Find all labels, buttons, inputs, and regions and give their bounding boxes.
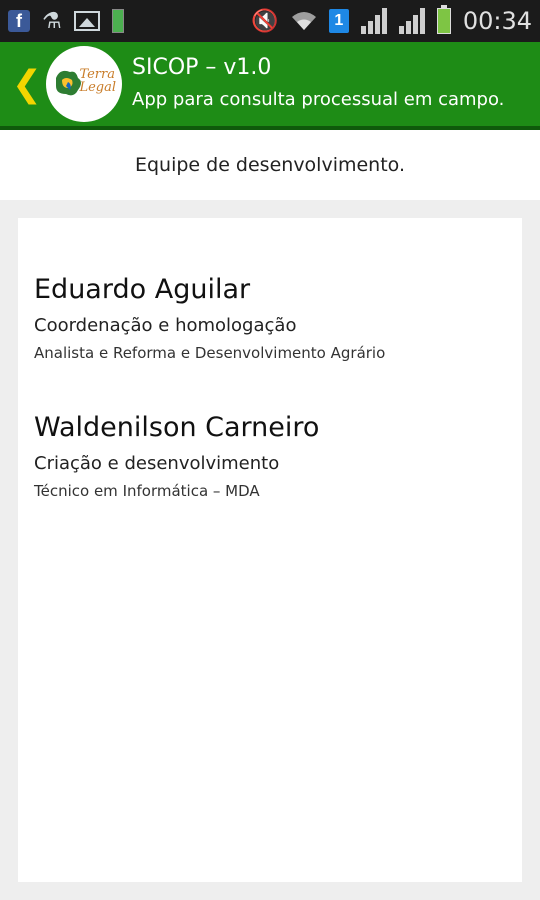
mute-icon: 🔇 — [251, 8, 279, 34]
terra-legal-logo[interactable]: Terra Legal — [46, 46, 122, 122]
team-heading: Equipe de desenvolvimento. — [134, 154, 406, 176]
member-title: Técnico em Informática – MDA — [34, 482, 260, 500]
member-role: Coordenação e homologação — [34, 315, 297, 336]
status-bar: f ⚗ 🔇 1 00:34 — [0, 0, 540, 42]
logo-text: Terra Legal — [79, 68, 116, 94]
team-member: Eduardo Aguilar Coordenação e homologaçã… — [34, 274, 385, 362]
status-bar-system: 🔇 1 00:34 — [251, 5, 532, 35]
logo-text-line2: Legal — [79, 80, 116, 95]
status-bar-notifications: f ⚗ — [8, 9, 124, 34]
wifi-icon — [291, 10, 317, 32]
member-name: Waldenilson Carneiro — [34, 412, 320, 443]
battery-charging-icon — [436, 5, 451, 34]
signal-icon — [360, 8, 387, 34]
sim-1-icon: 1 — [328, 9, 349, 33]
app-titles: SICOP – v1.0 App para consulta processua… — [132, 54, 504, 114]
member-title: Analista e Reforma e Desenvolvimento Agr… — [34, 344, 386, 362]
app-title: SICOP – v1.0 — [132, 55, 272, 80]
app-bar: ❮ Terra Legal SICOP – v1.0 App para cons… — [0, 42, 540, 130]
back-arrow-icon[interactable]: ❮ — [12, 64, 42, 105]
app-subtitle: App para consulta processual em campo. — [132, 89, 505, 110]
team-heading-bar: Equipe de desenvolvimento. — [0, 130, 540, 200]
signal-icon-2 — [398, 8, 425, 34]
member-name: Eduardo Aguilar — [34, 274, 251, 305]
facebook-icon: f — [8, 10, 30, 32]
team-member: Waldenilson Carneiro Criação e desenvolv… — [34, 412, 319, 500]
team-card: Eduardo Aguilar Coordenação e homologaçã… — [18, 218, 522, 882]
battery-widget-icon — [111, 9, 124, 33]
status-clock: 00:34 — [462, 7, 532, 35]
member-role: Criação e desenvolvimento — [34, 453, 280, 474]
usb-icon: ⚗ — [42, 8, 62, 34]
gallery-icon — [73, 11, 100, 31]
